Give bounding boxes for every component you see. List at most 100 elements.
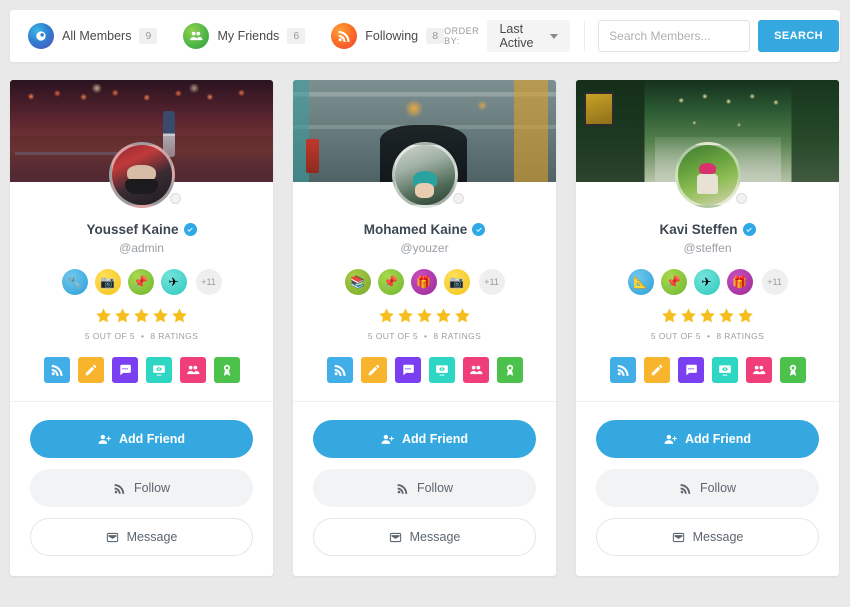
rating-stars [293, 307, 556, 324]
social-tile-edit-pencil[interactable] [77, 357, 104, 383]
rss-icon [331, 23, 358, 49]
nav-tab-all-members[interactable]: All Members 9 [28, 23, 158, 49]
star-icon [681, 308, 696, 323]
message-label: Message [692, 530, 744, 544]
books-badge[interactable]: 📚 [344, 269, 371, 295]
chevron-down-icon [549, 33, 558, 39]
social-tile-media-monitor[interactable] [428, 357, 455, 383]
member-badges: 📐 📌 ✈ 🎁 +11 [576, 269, 839, 295]
social-tile-friends-group[interactable] [745, 357, 772, 383]
member-card: Kavi Steffen @steffen 📐 📌 ✈ 🎁 +11 5 OUT OF 5 • 8 … [576, 80, 839, 576]
star-icon [436, 308, 451, 323]
badge-glyph: 📚 [350, 275, 365, 289]
add-friend-button[interactable]: Add Friend [30, 420, 253, 458]
member-name: Mohamed Kaine [363, 222, 468, 237]
message-button[interactable]: Message [596, 518, 819, 556]
badge-glyph: ✈ [168, 275, 179, 289]
nav-tab-my-friends[interactable]: My Friends 6 [183, 23, 306, 49]
nav-tab-count: 9 [139, 28, 158, 44]
star-icon [700, 308, 715, 323]
member-actions: Add Friend Follow Message [10, 401, 273, 576]
rating-score: 5 OUT OF 5 [650, 331, 701, 341]
pushpin-badge[interactable]: 📌 [660, 269, 687, 295]
social-tile-chat-bubble[interactable] [677, 357, 704, 383]
avatar[interactable] [391, 142, 464, 208]
badge-glyph: ✈ [701, 275, 712, 289]
pushpin-badge[interactable]: 📌 [377, 269, 404, 295]
badge-glyph: 🎁 [416, 275, 431, 289]
message-button[interactable]: Message [30, 518, 253, 556]
online-status-dot [735, 193, 747, 204]
social-tile-activity-rss[interactable] [609, 357, 636, 383]
member-name: Kavi Steffen [659, 222, 738, 237]
rating-meta: 5 OUT OF 5 • 8 RATINGS [10, 331, 273, 341]
rating-separator: • [140, 331, 145, 341]
gift-badge[interactable]: 🎁 [410, 269, 437, 295]
social-tile-award-badge[interactable] [496, 357, 523, 383]
search-button[interactable]: SEARCH [758, 20, 840, 52]
gift-badge[interactable]: 🎁 [726, 269, 753, 295]
add-friend-label: Add Friend [402, 432, 468, 446]
search-input[interactable] [598, 20, 751, 52]
member-handle: @admin [119, 241, 164, 255]
paper-plane-badge[interactable]: ✈ [693, 269, 720, 295]
add-friend-button[interactable]: Add Friend [313, 420, 536, 458]
member-actions: Add Friend Follow Message [576, 401, 839, 576]
member-badges: 📚 📌 🎁 📷 +11 [293, 269, 556, 295]
member-card: Youssef Kaine @admin 🔧 📷 📌 ✈ +11 5 OUT OF 5 • 8 R… [10, 80, 273, 576]
avatar[interactable] [108, 142, 181, 208]
rating-stars [10, 307, 273, 324]
badge-glyph: 🔧 [67, 275, 82, 289]
follow-button[interactable]: Follow [313, 469, 536, 507]
social-tile-award-badge[interactable] [213, 357, 240, 383]
social-tile-chat-bubble[interactable] [111, 357, 138, 383]
pushpin-badge[interactable]: 📌 [127, 269, 154, 295]
social-tile-edit-pencil[interactable] [360, 357, 387, 383]
paper-plane-badge[interactable]: ✈ [160, 269, 187, 295]
camera-badge[interactable]: 📷 [94, 269, 121, 295]
rating-separator: • [423, 331, 428, 341]
star-icon [417, 308, 432, 323]
badge-glyph: 📷 [449, 275, 464, 289]
add-friend-button[interactable]: Add Friend [596, 420, 819, 458]
social-tile-activity-rss[interactable] [326, 357, 353, 383]
nav-tab-label: Following [365, 29, 419, 43]
rating-score: 5 OUT OF 5 [84, 331, 135, 341]
social-tile-edit-pencil[interactable] [643, 357, 670, 383]
social-tiles [576, 357, 839, 401]
social-tile-media-monitor[interactable] [711, 357, 738, 383]
badges-more-count[interactable]: +11 [478, 269, 505, 295]
social-tile-friends-group[interactable] [462, 357, 489, 383]
nav-tab-following[interactable]: Following 8 [331, 23, 445, 49]
order-by-value: Last Active [499, 22, 534, 50]
follow-button[interactable]: Follow [596, 469, 819, 507]
tools-badge[interactable]: 🔧 [61, 269, 88, 295]
rating-meta: 5 OUT OF 5 • 8 RATINGS [576, 331, 839, 341]
social-tile-activity-rss[interactable] [43, 357, 70, 383]
member-handle: @steffen [683, 241, 732, 255]
order-by-select[interactable]: Last Active [487, 20, 570, 52]
pencil-ruler-badge[interactable]: 📐 [627, 269, 654, 295]
badge-glyph: 🎁 [732, 275, 747, 289]
message-button[interactable]: Message [313, 518, 536, 556]
message-label: Message [409, 530, 461, 544]
online-status-dot [169, 193, 181, 204]
social-tile-award-badge[interactable] [779, 357, 806, 383]
badges-more-count[interactable]: +11 [195, 269, 222, 295]
star-icon [662, 308, 677, 323]
follow-label: Follow [133, 481, 171, 495]
member-actions: Add Friend Follow Message [293, 401, 556, 576]
member-filter-tabs: All Members 9 My Friends 6 Following 8 [10, 23, 445, 49]
verified-badge-icon [183, 223, 197, 236]
star-icon [134, 308, 149, 323]
social-tile-media-monitor[interactable] [145, 357, 172, 383]
badges-more-count[interactable]: +11 [761, 269, 788, 295]
camera-badge[interactable]: 📷 [443, 269, 470, 295]
nav-tab-count: 6 [287, 28, 306, 44]
follow-button[interactable]: Follow [30, 469, 253, 507]
social-tile-friends-group[interactable] [179, 357, 206, 383]
nav-tab-count: 8 [426, 28, 445, 44]
rating-stars [576, 307, 839, 324]
social-tile-chat-bubble[interactable] [394, 357, 421, 383]
avatar[interactable] [674, 142, 747, 208]
